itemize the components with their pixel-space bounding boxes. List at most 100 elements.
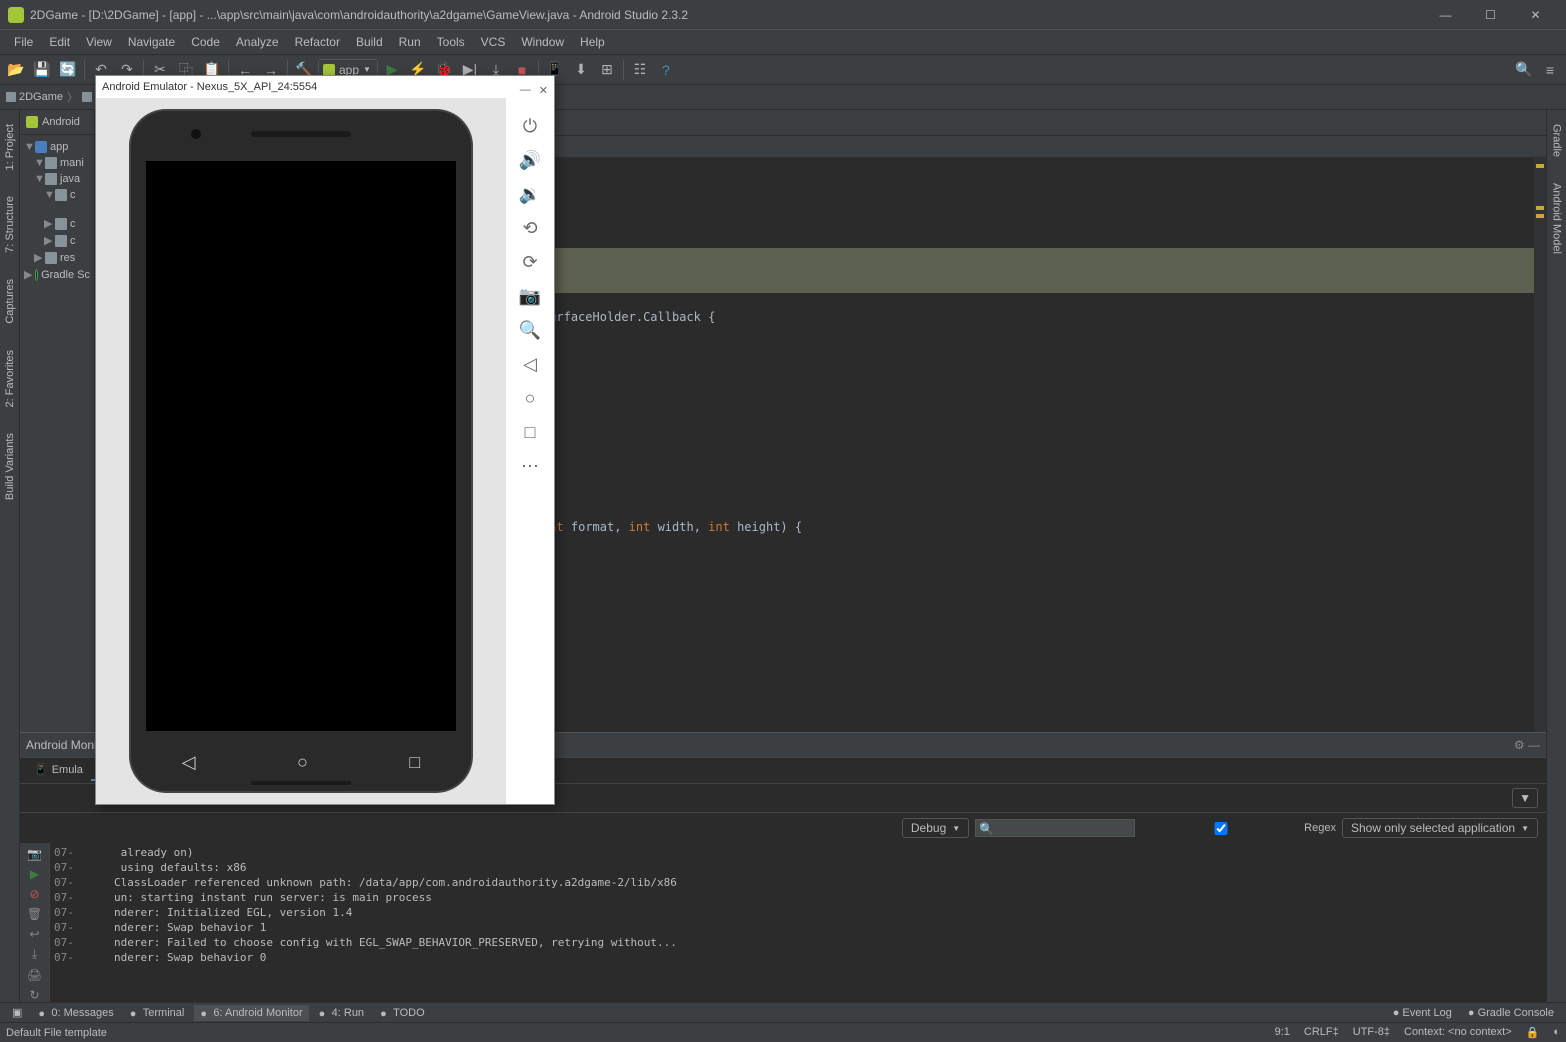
bottom-tool[interactable]: ●0: Messages: [32, 1005, 119, 1021]
sync-icon[interactable]: 🔄: [56, 58, 80, 82]
bottom-tool[interactable]: ●Terminal: [124, 1005, 191, 1021]
close-button[interactable]: ✕: [1513, 1, 1558, 29]
log-search-input[interactable]: [975, 819, 1135, 837]
emu-minimize-icon[interactable]: ―: [520, 84, 531, 97]
log-output[interactable]: already on) using defaults: x86ClassLoad…: [110, 843, 1546, 1002]
menu-view[interactable]: View: [78, 32, 120, 52]
volume-up-icon[interactable]: 🔊: [516, 143, 544, 177]
tree-node[interactable]: ▼mani: [20, 155, 94, 171]
menu-run[interactable]: Run: [391, 32, 429, 52]
help-icon[interactable]: ?: [654, 58, 678, 82]
bottom-tool[interactable]: ● Event Log: [1387, 1005, 1458, 1021]
overview-icon[interactable]: □: [516, 415, 544, 449]
scroll-end-icon[interactable]: ⤓: [27, 947, 43, 962]
app-filter-dropdown[interactable]: Show only selected application▼: [1342, 818, 1538, 838]
sdk-icon[interactable]: ⬇: [569, 58, 593, 82]
rotate-left-icon[interactable]: ⟲: [516, 211, 544, 245]
left-tool-gutter: 1: Project 7: Structure Captures 2: Favorit…: [0, 110, 20, 1002]
open-icon[interactable]: 📂: [4, 58, 28, 82]
bottom-tool-tabs: ▣ ●0: Messages ●Terminal●6: Android Monit…: [0, 1002, 1566, 1022]
memory-indicator[interactable]: ◐: [1553, 1026, 1560, 1039]
nav-home-icon[interactable]: ○: [297, 752, 308, 773]
menu-bar: FileEditViewNavigateCodeAnalyzeRefactorB…: [0, 30, 1566, 55]
menu-vcs[interactable]: VCS: [473, 32, 514, 52]
maximize-button[interactable]: ☐: [1468, 1, 1513, 29]
bottom-tool[interactable]: ●4: Run: [313, 1005, 370, 1021]
bottom-tool[interactable]: ●TODO: [374, 1005, 431, 1021]
project-panel-header[interactable]: Android: [20, 110, 94, 135]
regex-checkbox[interactable]: Regex: [1141, 822, 1336, 835]
search-icon: 🔍: [979, 822, 994, 836]
lock-icon[interactable]: 🔒: [1526, 1026, 1540, 1039]
bottom-tool[interactable]: ● Gradle Console: [1462, 1005, 1560, 1021]
structure-icon[interactable]: ☷: [628, 58, 652, 82]
breadcrumb-item[interactable]: 2DGame: [6, 91, 63, 103]
menu-refactor[interactable]: Refactor: [287, 32, 348, 52]
tree-node[interactable]: ▼java: [20, 171, 94, 187]
file-encoding[interactable]: UTF-8‡: [1353, 1026, 1390, 1039]
restart-icon[interactable]: ↻: [27, 988, 43, 1002]
menu-help[interactable]: Help: [572, 32, 613, 52]
menu-analyze[interactable]: Analyze: [228, 32, 287, 52]
emulator-window[interactable]: Android Emulator - Nexus_5X_API_24:5554 …: [95, 75, 555, 805]
left-tab-project[interactable]: 1: Project: [2, 120, 18, 174]
tree-node[interactable]: ▶c: [20, 232, 94, 249]
search-icon[interactable]: 🔍: [1512, 58, 1536, 82]
app-logo-icon: [8, 7, 24, 23]
home-icon[interactable]: ○: [516, 381, 544, 415]
menu-navigate[interactable]: Navigate: [120, 32, 183, 52]
layout-captures-icon[interactable]: ⊞: [595, 58, 619, 82]
line-ending[interactable]: CRLF‡: [1304, 1026, 1339, 1039]
left-tab-captures[interactable]: Captures: [2, 275, 18, 328]
nav-back-icon[interactable]: ◁: [182, 752, 196, 773]
bottom-tool[interactable]: ●6: Android Monitor: [194, 1005, 308, 1021]
show-tools-icon[interactable]: ▣: [6, 1004, 28, 1021]
save-icon[interactable]: 💾: [30, 58, 54, 82]
left-tab-favorites[interactable]: 2: Favorites: [2, 346, 18, 411]
volume-down-icon[interactable]: 🔉: [516, 177, 544, 211]
tree-node[interactable]: ▶c: [20, 215, 94, 232]
menu-build[interactable]: Build: [348, 32, 391, 52]
camera-icon[interactable]: 📷: [27, 847, 43, 861]
screenshot-icon[interactable]: 📷: [516, 279, 544, 313]
clear-icon[interactable]: 🗑: [27, 907, 43, 921]
more-icon[interactable]: ⋯: [516, 449, 544, 483]
status-bar: Default File template 9:1 CRLF‡ UTF-8‡ C…: [0, 1022, 1566, 1042]
phone-screen[interactable]: [146, 161, 456, 731]
print-icon[interactable]: 🖨: [27, 968, 43, 982]
tree-node[interactable]: ▼c: [20, 187, 94, 203]
right-tool-gutter: Gradle Android Model: [1546, 110, 1566, 1002]
nav-recents-icon[interactable]: □: [409, 752, 420, 773]
context-indicator[interactable]: Context: <no context>: [1404, 1026, 1512, 1039]
stop-icon[interactable]: ⊘: [27, 887, 43, 901]
tree-node[interactable]: ▶res: [20, 249, 94, 266]
tree-node[interactable]: ▶Gradle Sc: [20, 266, 94, 283]
wrap-icon[interactable]: ↩: [27, 927, 43, 941]
zoom-icon[interactable]: 🔍: [516, 313, 544, 347]
menu-tools[interactable]: Tools: [429, 32, 473, 52]
run-icon[interactable]: ▶: [27, 867, 43, 881]
logcat-tab[interactable]: 📱Emula: [26, 760, 91, 781]
tree-node[interactable]: ▼app: [20, 139, 94, 155]
cursor-position[interactable]: 9:1: [1275, 1026, 1290, 1039]
project-tree[interactable]: ▼app▼mani▼java▼c▶c▶c▶res▶Gradle Sc: [20, 135, 94, 287]
right-tab-gradle[interactable]: Gradle: [1549, 120, 1565, 161]
power-icon[interactable]: ⏻: [516, 109, 544, 143]
window-titlebar: 2DGame - [D:\2DGame] - [app] - ...\app\s…: [0, 0, 1566, 30]
minimize-button[interactable]: ―: [1423, 1, 1468, 29]
rotate-right-icon[interactable]: ⟳: [516, 245, 544, 279]
log-level-dropdown[interactable]: Debug▼: [902, 818, 969, 838]
left-tab-structure[interactable]: 7: Structure: [2, 192, 18, 257]
drop-indicator[interactable]: ▼: [1512, 788, 1538, 808]
menu-window[interactable]: Window: [513, 32, 572, 52]
gear-icon[interactable]: ⚙ ―: [1514, 738, 1540, 752]
emu-close-icon[interactable]: ✕: [539, 84, 548, 97]
menu-file[interactable]: File: [6, 32, 41, 52]
left-tab-buildvariants[interactable]: Build Variants: [2, 429, 18, 504]
menu-edit[interactable]: Edit: [41, 32, 78, 52]
right-tab-androidmodel[interactable]: Android Model: [1549, 179, 1565, 258]
settings-icon[interactable]: ≡: [1538, 58, 1562, 82]
menu-code[interactable]: Code: [183, 32, 228, 52]
log-sidebar: 📷 ▶ ⊘ 🗑 ↩ ⤓ 🖨 ↻ ⚙: [20, 843, 50, 1002]
back-icon[interactable]: ◁: [516, 347, 544, 381]
